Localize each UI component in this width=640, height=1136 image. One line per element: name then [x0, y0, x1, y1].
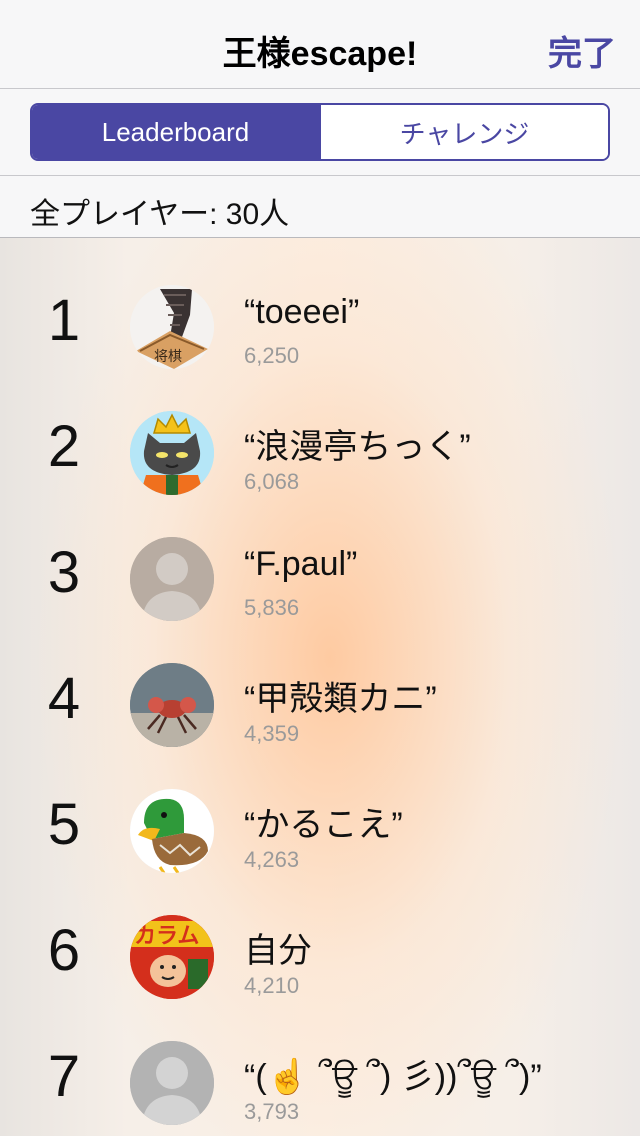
done-button[interactable]: 完了 — [548, 26, 616, 75]
rank-number: 3 — [47, 540, 81, 605]
shoe-photo-avatar: 将棋 — [130, 285, 214, 369]
leaderboard-row[interactable]: 2 “浪漫亭ちっく” 6,068 — [0, 389, 640, 515]
app-screen: 王様escape! 完了 Leaderboard チャレンジ 全プレイヤー: 3… — [0, 0, 640, 1136]
rank-number: 4 — [47, 666, 81, 731]
player-name: “甲殻類カニ” — [244, 680, 437, 718]
player-name: “(☝️ ՞ਊ ՞) 彡))՞ਊ ՞)” — [244, 1058, 542, 1096]
rank-number: 6 — [47, 918, 81, 983]
segment-leaderboard[interactable]: Leaderboard — [32, 105, 319, 159]
player-score: 6,068 — [244, 469, 300, 494]
player-name: “かるこえ” — [244, 806, 403, 844]
crab-photo-avatar — [130, 663, 214, 747]
player-count-label: 全プレイヤー: 30人 — [30, 198, 290, 231]
leaderboard-row[interactable]: 1 将棋 “toeeei” 6,250 — [0, 263, 640, 389]
leaderboard-row[interactable]: 3 “F.paul” 5,836 — [0, 515, 640, 641]
rank-number: 2 — [47, 414, 81, 479]
default-person-avatar — [130, 1041, 214, 1125]
player-score: 4,263 — [244, 847, 300, 872]
duck-avatar — [130, 789, 214, 873]
segment-bar: Leaderboard チャレンジ — [0, 89, 640, 176]
nav-title: 王様escape! — [222, 35, 418, 73]
player-name: “toeeei” — [244, 293, 360, 331]
leaderboard-row[interactable]: 7 “(☝️ ՞ਊ ՞) 彡))՞ਊ ՞)” 3,793 — [0, 1019, 640, 1136]
default-person-avatar — [130, 537, 214, 621]
leaderboard-list[interactable]: 1 将棋 “toeeei” 6,250 2 “浪漫亭ちっく” 6,068 3 “… — [0, 238, 640, 1136]
player-name: 自分 — [244, 932, 312, 970]
crowned-cat-avatar — [130, 411, 214, 495]
leaderboard-row[interactable]: 4 “甲殻類カニ” 4,359 — [0, 641, 640, 767]
player-score: 4,210 — [244, 973, 300, 998]
leaderboard-row[interactable]: 5 “かるこえ” 4,263 — [0, 767, 640, 893]
player-name: “浪漫亭ちっく” — [244, 428, 471, 466]
svg-text:カラム: カラム — [134, 924, 199, 949]
rank-number: 7 — [47, 1044, 81, 1109]
svg-text:将棋: 将棋 — [154, 349, 182, 365]
navigation-bar: 王様escape! 完了 — [0, 0, 640, 89]
snack-package-avatar: カラム — [130, 915, 214, 999]
segment-challenge[interactable]: チャレンジ — [319, 105, 608, 159]
player-name: “F.paul” — [244, 545, 358, 583]
player-score: 4,359 — [244, 721, 300, 746]
segmented-control: Leaderboard チャレンジ — [30, 103, 610, 161]
player-score: 5,836 — [244, 595, 300, 620]
rank-number: 5 — [47, 792, 81, 857]
player-score: 3,793 — [244, 1099, 300, 1124]
rank-number: 1 — [47, 288, 81, 353]
player-score: 6,250 — [244, 343, 300, 368]
leaderboard-row[interactable]: 6 カラム 自分 4,210 — [0, 893, 640, 1019]
player-count-bar: 全プレイヤー: 30人 — [0, 176, 640, 238]
